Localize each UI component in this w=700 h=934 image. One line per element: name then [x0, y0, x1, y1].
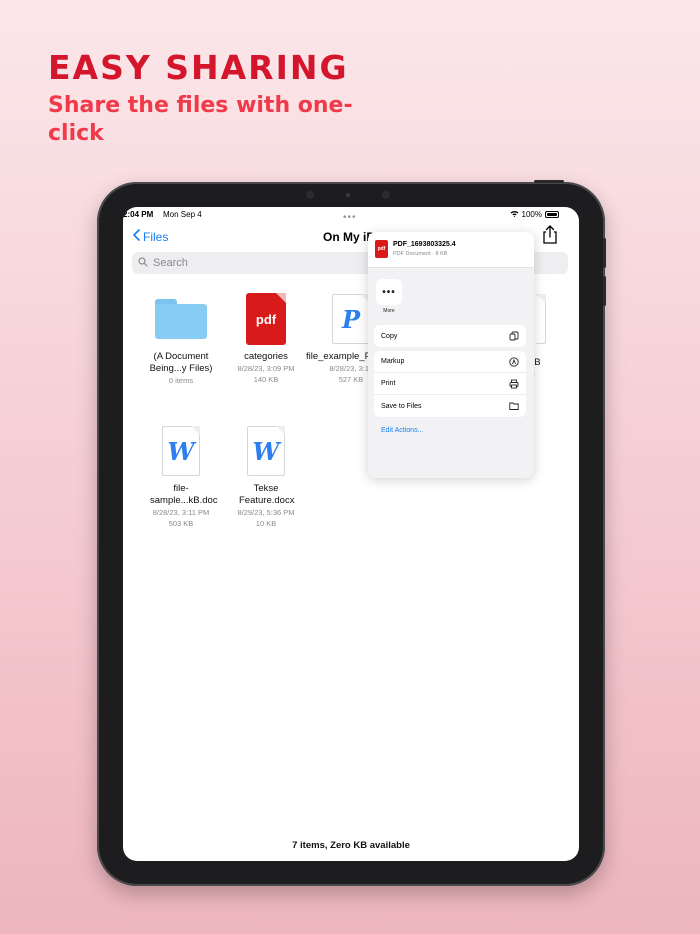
battery-icon — [545, 211, 559, 218]
camera-lens — [346, 193, 350, 197]
shared-file-name: PDF_1693803325.4 — [393, 241, 456, 248]
markup-action[interactable]: Markup — [374, 351, 526, 373]
save-to-files-action[interactable]: Save to Files — [374, 395, 526, 417]
ppt-icon: P — [332, 294, 370, 344]
wifi-icon — [510, 210, 519, 219]
search-placeholder: Search — [153, 257, 188, 269]
markup-icon — [509, 356, 519, 367]
folder-icon — [155, 299, 207, 339]
back-button[interactable]: Files — [133, 229, 168, 244]
share-sheet-header: pdf PDF_1693803325.4 PDF Document · 8 KB — [368, 232, 534, 268]
promo-headline: EASY SHARING — [48, 48, 349, 87]
copy-action[interactable]: Copy — [374, 325, 526, 347]
file-name: categories — [244, 351, 288, 362]
status-time: 2:04 PM — [123, 210, 154, 219]
file-date: 8/29/23, 5:36 PM — [237, 508, 295, 517]
file-size: 503 KB — [168, 519, 194, 528]
file-name: file-sample...kB.doc — [150, 483, 218, 506]
file-date: 8/28/23, 3:11 PM — [152, 508, 210, 517]
action-label: Copy — [381, 332, 398, 340]
file-icon — [536, 294, 546, 344]
file-item[interactable]: W Tekse Feature.docx 8/29/23, 5:36 PM 10… — [221, 425, 311, 529]
volume-down-button — [603, 276, 606, 306]
status-date: Mon Sep 4 — [163, 210, 202, 219]
sensor-dot — [382, 191, 390, 199]
share-button[interactable] — [541, 225, 559, 245]
share-icon — [543, 225, 557, 244]
camera-bar — [300, 188, 396, 202]
file-name: (A Document Being...y Files) — [149, 351, 213, 374]
more-label: More — [383, 308, 395, 314]
print-action[interactable]: Print — [374, 373, 526, 395]
edit-actions-link[interactable]: Edit Actions... — [381, 427, 423, 434]
back-label: Files — [143, 229, 169, 244]
search-icon — [138, 256, 148, 270]
share-actions-group: Markup Print Save to Files — [374, 351, 526, 417]
file-item[interactable]: pdf categories 8/28/23, 3:09 PM 140 KB — [221, 293, 311, 385]
print-icon — [509, 379, 519, 388]
sensor-dot — [306, 191, 314, 199]
action-label: Print — [381, 380, 396, 387]
copy-icon — [509, 331, 519, 341]
word-icon: W — [162, 426, 200, 476]
action-label: Markup — [381, 358, 405, 365]
multitasking-dots-icon[interactable]: ••• — [343, 212, 357, 223]
chevron-left-icon — [133, 229, 140, 244]
file-item[interactable]: W file-sample...kB.doc 8/28/23, 3:11 PM … — [136, 425, 226, 529]
file-item[interactable]: (A Document Being...y Files) 0 items — [136, 293, 226, 386]
pdf-icon: pdf — [246, 293, 286, 345]
storage-footer: 7 items, Zero KB available — [292, 840, 410, 851]
top-button — [534, 180, 564, 183]
file-date: 8/28/23, 3:09 PM — [237, 364, 295, 373]
file-meta: 0 items — [168, 376, 194, 385]
more-apps-button[interactable]: ••• More — [376, 279, 402, 314]
action-label: Save to Files — [381, 402, 422, 410]
promo-subline: Share the files with one-click — [48, 93, 353, 146]
folder-icon — [509, 402, 519, 410]
ipad-screen: 2:04 PM Mon Sep 4 100% ••• Files On My i… — [123, 207, 579, 861]
pdf-icon: pdf — [375, 240, 388, 258]
battery-percent: 100% — [521, 210, 542, 219]
shared-file-meta: PDF Document · 8 KB — [393, 251, 448, 257]
more-icon: ••• — [376, 279, 402, 305]
status-right: 100% — [510, 210, 559, 219]
file-size: 140 KB — [253, 375, 279, 384]
file-name: Tekse Feature.docx — [239, 483, 295, 506]
file-size: 10 KB — [255, 519, 277, 528]
share-sheet: pdf PDF_1693803325.4 PDF Document · 8 KB… — [368, 232, 534, 478]
word-icon: W — [247, 426, 285, 476]
share-actions-group: Copy — [374, 325, 526, 347]
volume-up-button — [603, 238, 606, 268]
